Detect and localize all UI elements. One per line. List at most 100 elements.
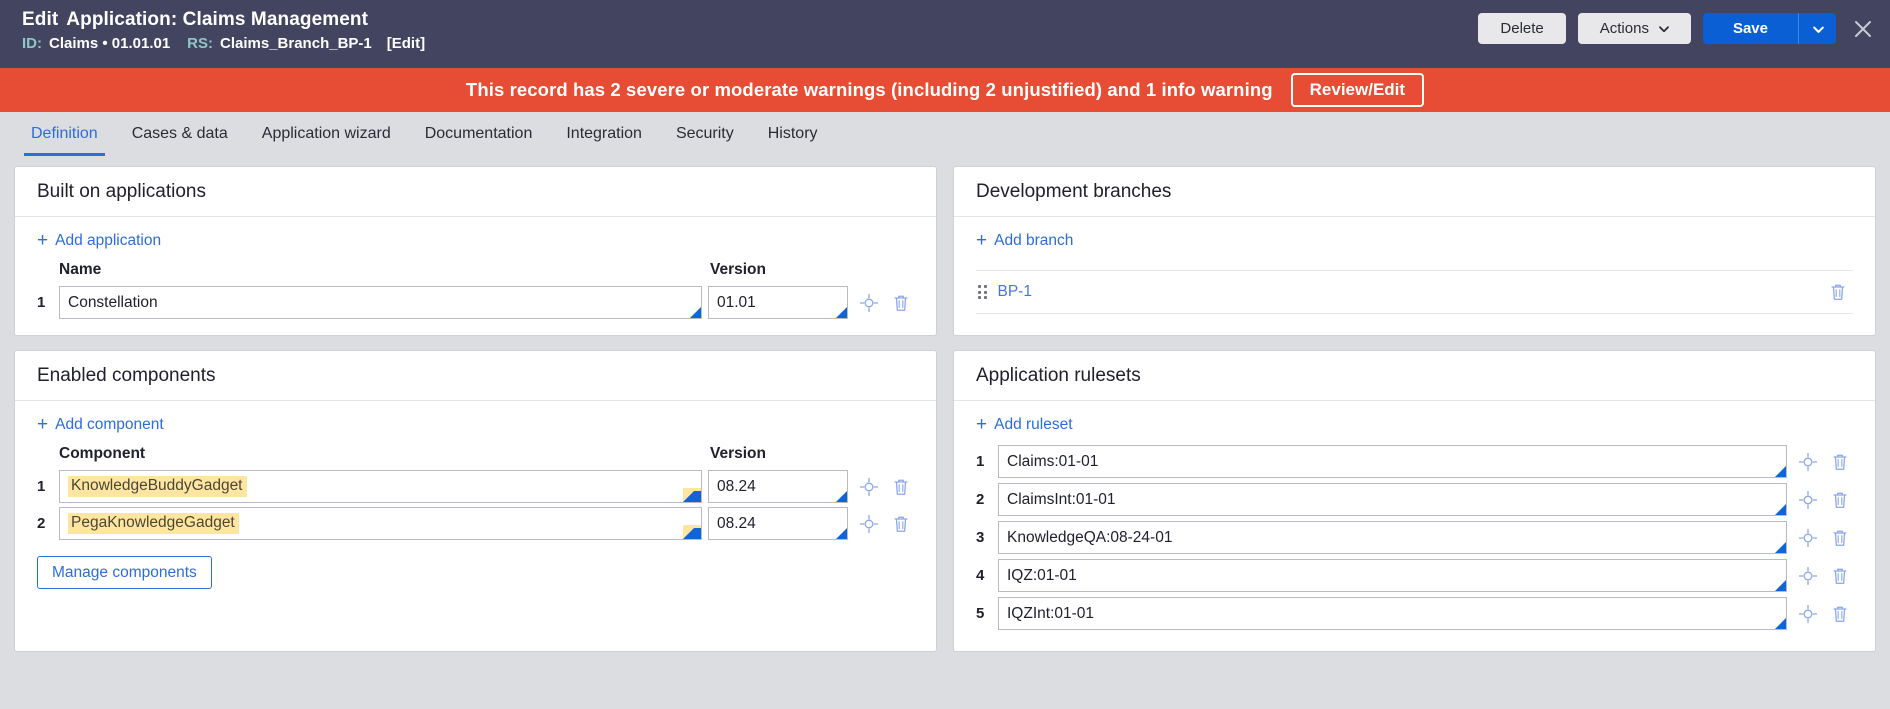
edit-ruleset-link[interactable]: [Edit] — [387, 35, 425, 52]
open-target-icon[interactable] — [1795, 601, 1821, 627]
app-header: Edit Application: Claims Management ID: … — [0, 0, 1890, 68]
tab-integration[interactable]: Integration — [549, 112, 659, 156]
tab-security[interactable]: Security — [659, 112, 751, 156]
column-header-name: Name — [59, 261, 102, 278]
table-row: 2 ClaimsInt:01-01 — [976, 483, 1853, 516]
add-ruleset-label: Add ruleset — [994, 415, 1073, 433]
delete-row-icon[interactable] — [1827, 525, 1853, 551]
application-rulesets-body: + Add ruleset 1 Claims:01-01 2 ClaimsInt:01… — [954, 401, 1875, 651]
actions-button-label: Actions — [1599, 20, 1649, 37]
open-target-icon[interactable] — [856, 290, 882, 316]
autocomplete-corner-icon — [1775, 542, 1786, 553]
column-header-component: Component — [59, 445, 146, 462]
add-component-link[interactable]: + Add component — [37, 415, 164, 434]
save-options-button[interactable] — [1798, 13, 1836, 44]
delete-row-icon[interactable] — [1827, 449, 1853, 475]
tab-label: Cases & data — [131, 125, 228, 142]
tab-label: Documentation — [424, 125, 533, 142]
delete-row-icon[interactable] — [1827, 487, 1853, 513]
header-actions: Delete Actions Save — [1478, 13, 1876, 44]
header-titles: Edit Application: Claims Management ID: … — [22, 9, 425, 52]
save-button[interactable]: Save — [1702, 13, 1798, 44]
main-content: Built on applications + Add application … — [0, 156, 1890, 652]
warning-banner: This record has 2 severe or moderate war… — [0, 68, 1890, 112]
header-mode-label: Edit — [22, 9, 59, 30]
application-version-field[interactable]: 01.01 — [708, 286, 848, 319]
ruleset-name-field[interactable]: IQZ:01-01 — [998, 559, 1787, 592]
autocomplete-corner-icon — [690, 307, 701, 318]
tab-label: Application wizard — [261, 125, 391, 142]
autocomplete-corner-icon — [1775, 618, 1786, 629]
add-ruleset-link[interactable]: + Add ruleset — [976, 415, 1073, 434]
manage-components-button[interactable]: Manage components — [37, 556, 212, 589]
chevron-down-icon — [1812, 23, 1824, 34]
plus-icon: + — [976, 414, 988, 435]
review-edit-button[interactable]: Review/Edit — [1290, 73, 1425, 107]
add-branch-label: Add branch — [994, 231, 1074, 249]
component-version-field[interactable]: 08.24 — [708, 507, 848, 540]
component-version-field[interactable]: 08.24 — [708, 470, 848, 503]
open-target-icon[interactable] — [1795, 525, 1821, 551]
tab-application-wizard[interactable]: Application wizard — [245, 112, 408, 156]
autocomplete-corner-icon — [1775, 580, 1786, 591]
ruleset-name-field[interactable]: IQZInt:01-01 — [998, 597, 1787, 630]
open-target-icon[interactable] — [856, 511, 882, 537]
row-actions — [856, 474, 914, 500]
component-name-value: KnowledgeBuddyGadget — [68, 476, 247, 497]
ruleset-name-field[interactable]: Claims:01-01 — [998, 445, 1787, 478]
tab-history[interactable]: History — [751, 112, 835, 156]
table-row: 4 IQZ:01-01 — [976, 559, 1853, 592]
delete-row-icon[interactable] — [1827, 601, 1853, 627]
row-number: 1 — [37, 478, 46, 495]
component-name-value: PegaKnowledgeGadget — [68, 513, 239, 534]
application-rulesets-title: Application rulesets — [954, 351, 1875, 401]
row-actions — [1795, 449, 1853, 475]
built-on-rows: 1 Constellation 01.01 — [37, 286, 914, 319]
enabled-components-title: Enabled components — [15, 351, 936, 401]
delete-row-icon[interactable] — [888, 474, 914, 500]
add-application-link[interactable]: + Add application — [37, 231, 161, 250]
built-on-applications-body: + Add application Name Version 1 Constell… — [15, 217, 936, 335]
open-target-icon[interactable] — [1795, 449, 1821, 475]
add-branch-link[interactable]: + Add branch — [976, 231, 1073, 250]
drag-handle-icon[interactable] — [978, 285, 987, 299]
ruleset-name-field[interactable]: ClaimsInt:01-01 — [998, 483, 1787, 516]
ruleset-rows: 1 Claims:01-01 2 ClaimsInt:01-01 3 KnowledgeQ… — [976, 445, 1853, 630]
branch-name-link[interactable]: BP-1 — [998, 283, 1826, 301]
table-row: 1 Constellation 01.01 — [37, 286, 914, 319]
column-header-version: Version — [710, 261, 766, 278]
open-target-icon[interactable] — [1795, 487, 1821, 513]
header-meta-row: ID: Claims • 01.01.01 RS: Claims_Branch_… — [22, 35, 425, 52]
open-target-icon[interactable] — [856, 474, 882, 500]
ruleset-name-value: ClaimsInt:01-01 — [1007, 490, 1116, 508]
close-icon[interactable] — [1850, 16, 1876, 42]
component-name-field[interactable]: KnowledgeBuddyGadget — [59, 470, 702, 503]
row-number: 4 — [976, 567, 985, 584]
enabled-components-body: + Add component Component Version 1 Knowl… — [15, 401, 936, 605]
application-name-field[interactable]: Constellation — [59, 286, 702, 319]
autocomplete-corner-icon — [836, 491, 847, 502]
table-row: 1 Claims:01-01 — [976, 445, 1853, 478]
component-name-field[interactable]: PegaKnowledgeGadget — [59, 507, 702, 540]
tab-definition[interactable]: Definition — [14, 112, 115, 156]
column-header-version: Version — [710, 445, 766, 462]
application-version-value: 01.01 — [717, 293, 756, 311]
component-version-value: 08.24 — [717, 514, 756, 532]
actions-button[interactable]: Actions — [1577, 13, 1691, 44]
row-number: 5 — [976, 605, 985, 622]
ruleset-name-field[interactable]: KnowledgeQA:08-24-01 — [998, 521, 1787, 554]
development-branches-card: Development branches + Add branch BP-1 — [953, 166, 1876, 336]
delete-row-icon[interactable] — [1825, 279, 1851, 305]
tab-documentation[interactable]: Documentation — [408, 112, 550, 156]
delete-row-icon[interactable] — [1827, 563, 1853, 589]
delete-row-icon[interactable] — [888, 290, 914, 316]
delete-row-icon[interactable] — [888, 511, 914, 537]
open-target-icon[interactable] — [1795, 563, 1821, 589]
table-row: 5 IQZInt:01-01 — [976, 597, 1853, 630]
row-actions — [1795, 525, 1853, 551]
delete-button[interactable]: Delete — [1478, 13, 1566, 44]
application-name-value: Constellation — [68, 293, 158, 311]
row-actions — [1795, 487, 1853, 513]
tab-cases-data[interactable]: Cases & data — [115, 112, 245, 156]
row-number: 1 — [37, 294, 46, 311]
